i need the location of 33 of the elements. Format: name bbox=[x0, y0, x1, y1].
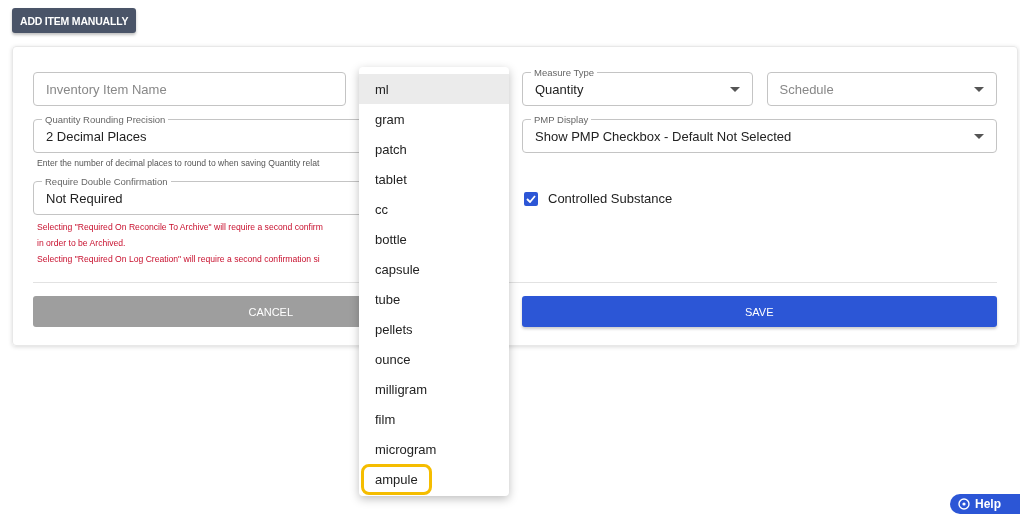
error-text: Selecting "Required On Log Creation" will require a second confirmation si bbox=[37, 253, 320, 266]
field-label: PMP Display bbox=[531, 114, 592, 125]
field-value: 2 Decimal Places bbox=[46, 128, 147, 144]
error-text: Selecting "Required On Reconcile To Archive" will require a second confirm bbox=[37, 221, 323, 234]
helper-text: Enter the number of decimal places to round to when saving Quantity relat bbox=[37, 158, 321, 168]
caret-icon bbox=[974, 134, 984, 139]
menu-item[interactable]: microgram bbox=[359, 434, 509, 464]
menu-item[interactable]: ml bbox=[359, 74, 509, 104]
schedule-select[interactable]: Schedule bbox=[766, 72, 997, 106]
menu-item[interactable]: film bbox=[359, 404, 509, 434]
field-label: Measure Type bbox=[531, 67, 598, 78]
help-label: Help bbox=[975, 497, 1001, 511]
checkbox-label: Controlled Substance bbox=[548, 191, 673, 206]
menu-item[interactable]: ounce bbox=[359, 344, 509, 374]
field-label: Require Double Confirmation bbox=[42, 176, 171, 187]
menu-item[interactable]: bottle bbox=[359, 224, 509, 254]
save-button[interactable]: SAVE bbox=[521, 296, 997, 327]
menu-item[interactable]: capsule bbox=[359, 254, 509, 284]
add-item-button[interactable]: ADD ITEM MANUALLY bbox=[12, 8, 137, 33]
field-label: Quantity Rounding Precision bbox=[42, 114, 169, 125]
field-placeholder: Schedule bbox=[779, 81, 834, 97]
checkbox[interactable] bbox=[524, 191, 538, 206]
help-button[interactable]: Help bbox=[950, 494, 1020, 514]
help-icon bbox=[958, 498, 970, 510]
menu-item[interactable]: milligram bbox=[359, 374, 509, 404]
field-value: Not Required bbox=[46, 190, 123, 206]
caret-icon bbox=[729, 87, 740, 92]
field-value: Show PMP Checkbox - Default Not Selected bbox=[535, 128, 792, 144]
caret-icon bbox=[974, 87, 984, 92]
error-text: in order to be Archived. bbox=[37, 237, 126, 250]
item-name-field[interactable]: Inventory Item Name bbox=[33, 72, 346, 106]
field-placeholder: Inventory Item Name bbox=[46, 81, 167, 97]
field-value: Quantity bbox=[535, 81, 584, 97]
